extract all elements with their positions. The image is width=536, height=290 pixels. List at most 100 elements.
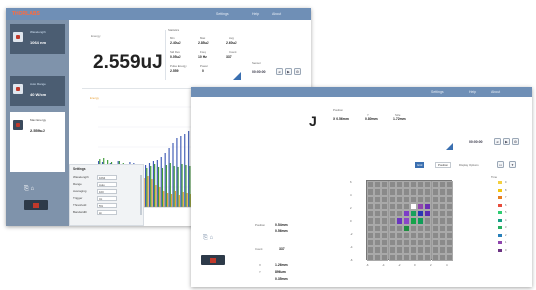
settings-row-label: Trigger [73, 196, 83, 200]
legend-label: 1 [505, 241, 507, 244]
heatmap-cell [438, 202, 446, 211]
settings-row-input[interactable]: 5% [97, 203, 117, 208]
link-icon[interactable]: ⎘ ⌂ [203, 235, 213, 242]
heatmap-cell [410, 217, 418, 225]
legend-label: 5 [505, 211, 507, 214]
menu-settings[interactable]: Settings [431, 90, 444, 94]
settings-row-input[interactable]: 100 [97, 189, 117, 194]
heatmap-cell [431, 239, 439, 247]
tab-grid[interactable]: Grid [415, 162, 425, 168]
menu-help[interactable]: Help [469, 90, 476, 94]
heatmap-cell [374, 224, 382, 232]
stat-value: 0.05uJ [170, 55, 181, 59]
heatmap-cell [374, 210, 382, 218]
heatmap-cell [381, 202, 389, 211]
heatmap-cell [431, 231, 439, 240]
heatmap-cell [367, 188, 375, 196]
heatmap-cell [438, 181, 446, 189]
settings-row-input[interactable]: Int [97, 196, 117, 201]
heatmap-cell [381, 239, 389, 247]
menu-help[interactable]: Help [252, 12, 259, 16]
heatmap-cell [431, 181, 439, 189]
heatmap-x-tick: -4 [382, 263, 385, 267]
heatmap-cell [424, 195, 432, 203]
heatmap-cell [381, 188, 389, 196]
settings-row: Threshold 5% [73, 203, 140, 209]
zoom-button[interactable]: ▭ [497, 161, 504, 168]
heatmap-cell [374, 231, 382, 240]
heatmap-cell [424, 246, 432, 254]
chart-bar [178, 195, 180, 207]
sensor-card-value: 40 W/cm [30, 92, 47, 97]
sensor-controls-value: 00:00:00 [252, 70, 266, 74]
heatmap-cell [395, 188, 403, 196]
heatmap-cell [395, 217, 403, 225]
measure-label: Position [255, 223, 265, 227]
chart-bar [177, 167, 179, 207]
legend-swatch [498, 248, 502, 252]
heatmap-cell [417, 202, 425, 211]
heatmap-x-axis: -6 -4 -2 0 2 4 [366, 263, 452, 269]
heatmap-x-tick: 0 [414, 263, 416, 267]
heatmap-cell [381, 246, 389, 254]
stat-value: 0 [202, 69, 204, 73]
link-icon[interactable]: ⎘ ⌂ [24, 186, 34, 193]
settings-button[interactable]: ⚙ [294, 68, 301, 75]
zero-button[interactable]: ⌀ [276, 68, 283, 75]
heatmap-cell [367, 195, 375, 203]
chart-bar [160, 157, 162, 207]
chart-bar [164, 153, 166, 207]
tab-position[interactable]: Position [435, 162, 451, 168]
settings-button[interactable]: ⚙ [512, 138, 519, 145]
measure-value: 896um [275, 270, 286, 274]
corner-accent [233, 72, 241, 80]
heatmap-cell [402, 231, 410, 240]
heatmap-cell [367, 181, 375, 189]
sensor-controls-label: Sensor [252, 61, 261, 65]
heatmap-cell [410, 202, 418, 211]
heatmap-cell [367, 217, 375, 225]
heatmap-cell [395, 253, 403, 261]
heatmap-cell [388, 231, 396, 240]
dropdown-button[interactable]: ▾ [509, 161, 516, 168]
settings-row-input[interactable]: Auto [97, 182, 117, 187]
heatmap-cell [395, 210, 403, 218]
heatmap-y-tick: 6 [350, 180, 352, 184]
heatmap-cell [395, 195, 403, 203]
menu-about[interactable]: About [491, 90, 500, 94]
heatmap-cell [388, 202, 396, 211]
sensor-card-1[interactable]: Wavelength 1064 nm [10, 24, 65, 54]
heatmap-cell [438, 231, 446, 240]
heatmap-cell [424, 202, 432, 211]
title-bar: Settings Help About [191, 87, 532, 97]
stat-value: 10 Hz [198, 55, 207, 59]
heatmap-cell [402, 224, 410, 232]
heatmap-cell [367, 224, 375, 232]
sensor-card-3[interactable]: Max Energy 2.559uJ [10, 112, 65, 172]
chart-bar [169, 163, 171, 207]
heatmap-cell [438, 195, 446, 203]
heatmap-cell [424, 181, 432, 189]
stat-label: Avg [229, 36, 234, 40]
heatmap-cell [410, 246, 418, 254]
heatmap-cell [424, 253, 432, 261]
heatmap-cell [388, 195, 396, 203]
stat-value: 2.60uJ [226, 41, 237, 45]
menu-settings[interactable]: Settings [216, 12, 229, 16]
heatmap-cell [417, 210, 425, 218]
legend-swatch [498, 241, 502, 244]
sensor-card-2[interactable]: Auto Range 40 W/cm [10, 76, 65, 106]
chart-bar [156, 160, 158, 207]
heatmap-cell [367, 231, 375, 240]
heatmap-cell [410, 253, 418, 261]
play-button[interactable]: ▶ [285, 68, 292, 75]
zero-button[interactable]: ⌀ [494, 138, 501, 145]
settings-row-input[interactable]: Hi [97, 210, 117, 215]
settings-row-input[interactable]: 1064 [97, 175, 117, 180]
legend-swatch [498, 233, 502, 237]
menu-about[interactable]: About [272, 12, 281, 16]
chart-bar [157, 167, 160, 207]
play-button[interactable]: ▶ [503, 138, 510, 145]
scrollbar[interactable] [140, 175, 142, 215]
heatmap-cell [381, 210, 389, 218]
